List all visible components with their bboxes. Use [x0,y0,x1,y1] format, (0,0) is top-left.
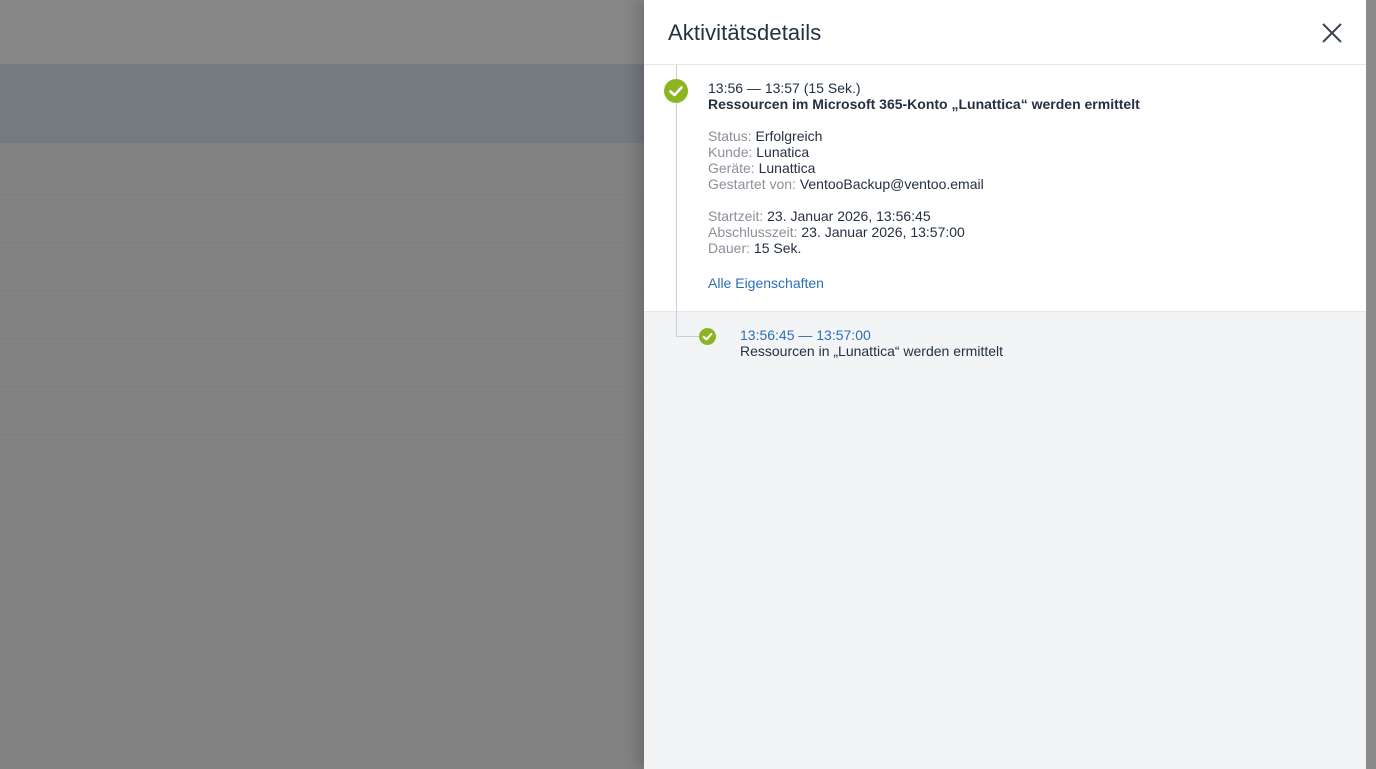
start-time-value: 23. Januar 2026, 13:56:45 [767,208,931,224]
customer-value: Lunatica [756,144,810,160]
devices-value: Lunattica [758,160,816,176]
sub-activity-time-range[interactable]: 13:56:45 — 13:57:00 [740,327,871,343]
close-button[interactable] [1318,19,1346,47]
check-circle-icon [699,328,716,345]
devices-label: Geräte: [708,160,755,176]
check-circle-icon [664,79,688,103]
status-label: Status: [708,128,752,144]
activity-time-range: 13:56 — 13:57 (15 Sek.) [708,80,861,96]
started-by-row: Gestartet von: VentooBackup@ventoo.email [708,176,984,192]
activity-card: 13:56 — 13:57 (15 Sek.) Ressourcen im Mi… [644,65,1366,312]
status-value: Erfolgreich [755,128,823,144]
end-time-value: 23. Januar 2026, 13:57:00 [801,224,965,240]
panel-title: Aktivitätsdetails [668,20,822,45]
timeline-line [676,65,677,337]
start-time-label: Startzeit: [708,208,764,224]
activity-details-panel: Aktivitätsdetails 13:56 — 13:57 (15 Sek.… [644,0,1366,769]
customer-row: Kunde: Lunatica [708,144,809,160]
all-properties-link[interactable]: Alle Eigenschaften [708,275,824,291]
customer-label: Kunde: [708,144,753,160]
started-by-value: VentooBackup@ventoo.email [799,176,984,192]
activity-title: Ressourcen im Microsoft 365-Konto „Lunat… [708,96,1140,112]
page-scroll-edge [1366,0,1376,769]
duration-row: Dauer: 15 Sek. [708,240,801,256]
end-time-row: Abschlusszeit: 23. Januar 2026, 13:57:00 [708,224,965,240]
panel-header: Aktivitätsdetails [644,0,1366,65]
start-time-row: Startzeit: 23. Januar 2026, 13:56:45 [708,208,931,224]
sub-activity-title: Ressourcen in „Lunattica“ werden ermitte… [740,343,1004,359]
duration-label: Dauer: [708,240,751,256]
end-time-label: Abschlusszeit: [708,224,798,240]
devices-row: Geräte: Lunattica [708,160,815,176]
close-icon [1322,23,1342,43]
started-by-label: Gestartet von: [708,176,796,192]
status-row: Status: Erfolgreich [708,128,822,144]
duration-value: 15 Sek. [753,240,802,256]
